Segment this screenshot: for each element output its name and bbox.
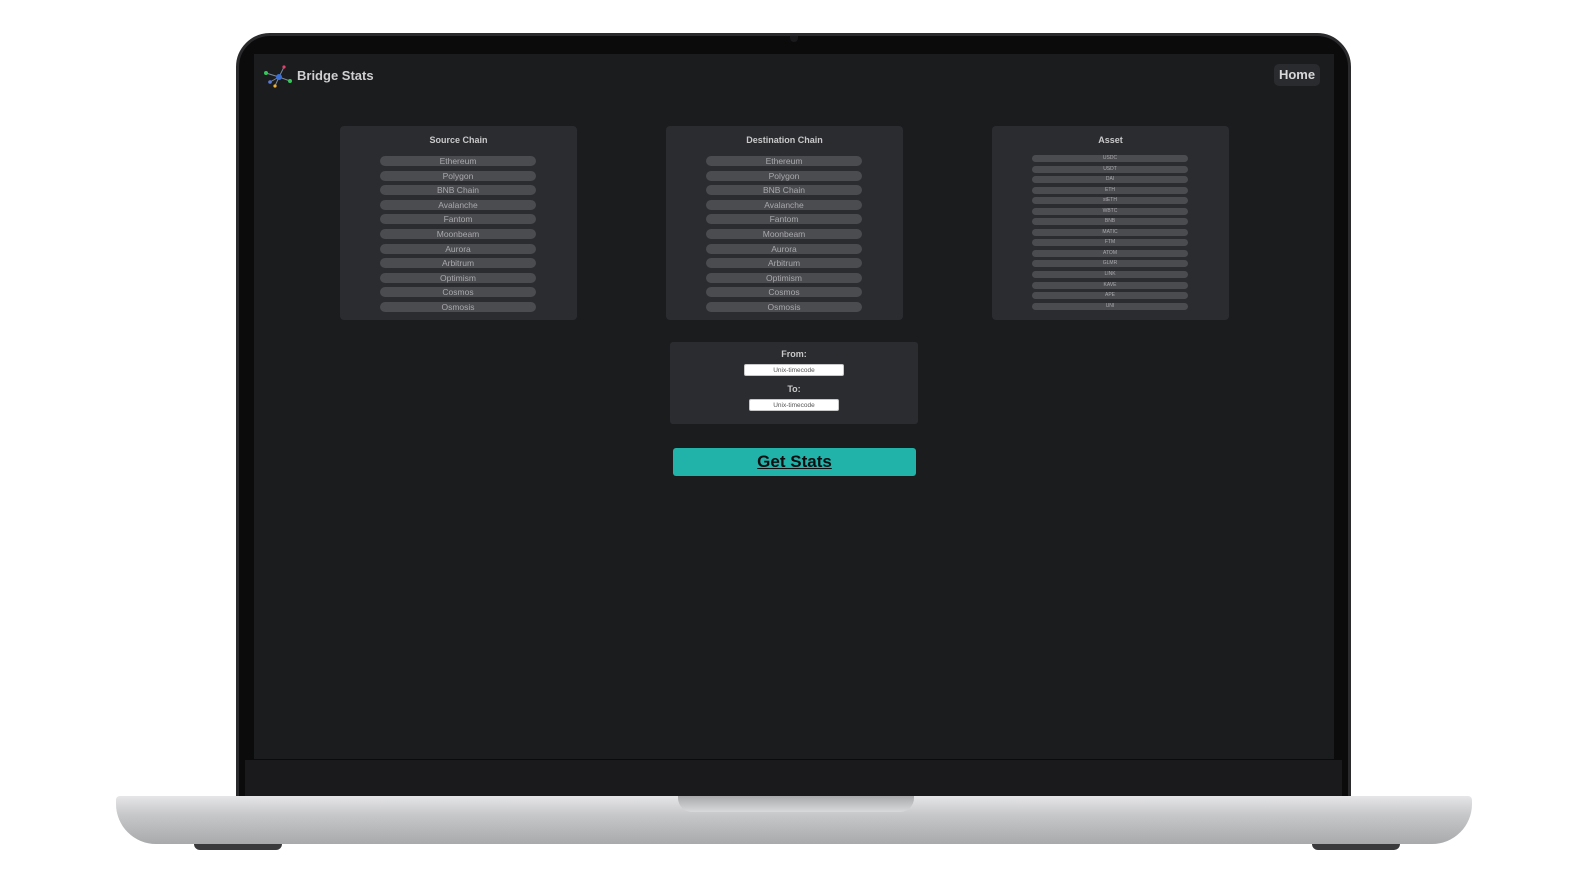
source-option[interactable]: BNB Chain [380,185,536,196]
asset-option[interactable]: ATOM [1032,249,1188,257]
to-label: To: [787,384,801,394]
source-option[interactable]: Osmosis [380,301,536,312]
destination-option[interactable]: BNB Chain [706,185,862,196]
home-button[interactable]: Home [1274,64,1320,86]
source-option[interactable]: Polygon [380,170,536,181]
source-option[interactable]: Moonbeam [380,228,536,239]
asset-option[interactable]: UNI [1032,302,1188,310]
from-label: From: [781,349,807,359]
asset-option[interactable]: DAI [1032,176,1188,184]
asset-option[interactable]: APE [1032,292,1188,300]
app-screen: Bridge Stats Home Source Chain Ethereum … [254,54,1334,759]
asset-option[interactable]: WBTC [1032,207,1188,215]
network-logo-icon [264,65,292,88]
destination-option[interactable]: Fantom [706,214,862,225]
destination-chain-panel: Destination Chain Ethereum Polygon BNB C… [666,126,903,320]
asset-option[interactable]: MATIC [1032,228,1188,236]
destination-option[interactable]: Ethereum [706,156,862,166]
camera-notch [789,36,798,42]
destination-option[interactable]: Osmosis [706,301,862,312]
asset-option[interactable]: KAVE [1032,281,1188,289]
source-chain-panel: Source Chain Ethereum Polygon BNB Chain … [340,126,577,320]
get-stats-button[interactable]: Get Stats [673,448,916,476]
asset-option[interactable]: LINK [1032,271,1188,279]
destination-option[interactable]: Optimism [706,272,862,283]
asset-option[interactable]: FTM [1032,239,1188,247]
asset-option[interactable]: stETH [1032,197,1188,205]
laptop-mockup: Bridge Stats Home Source Chain Ethereum … [0,0,1584,879]
laptop-opening-notch [678,796,914,812]
source-chain-list: Ethereum Polygon BNB Chain Avalanche Fan… [380,156,536,317]
source-option[interactable]: Aurora [380,243,536,254]
screen-bezel [245,760,1342,796]
laptop-foot-right [1312,844,1400,850]
source-chain-title: Source Chain [429,135,488,145]
asset-option[interactable]: USDT [1032,165,1188,173]
source-option[interactable]: Optimism [380,272,536,283]
asset-list: USDC USDT DAI ETH stETH WBTC BNB MATIC F… [1032,155,1188,313]
asset-option[interactable]: ETH [1032,186,1188,194]
from-timecode-input[interactable] [744,364,844,376]
asset-title: Asset [1098,135,1123,145]
asset-panel: Asset USDC USDT DAI ETH stETH WBTC BNB M… [992,126,1229,320]
destination-option[interactable]: Avalanche [706,199,862,210]
destination-option[interactable]: Aurora [706,243,862,254]
destination-option[interactable]: Arbitrum [706,258,862,269]
to-timecode-input[interactable] [749,399,839,411]
source-option[interactable]: Avalanche [380,199,536,210]
destination-option[interactable]: Cosmos [706,287,862,298]
source-option[interactable]: Cosmos [380,287,536,298]
source-option[interactable]: Fantom [380,214,536,225]
laptop-foot-left [194,844,282,850]
destination-chain-title: Destination Chain [746,135,823,145]
destination-option[interactable]: Moonbeam [706,228,862,239]
asset-option[interactable]: USDC [1032,155,1188,162]
time-range-box: From: To: [670,342,918,424]
destination-option[interactable]: Polygon [706,170,862,181]
source-option[interactable]: Ethereum [380,156,536,166]
brand-title: Bridge Stats [297,68,374,83]
destination-chain-list: Ethereum Polygon BNB Chain Avalanche Fan… [706,156,862,317]
source-option[interactable]: Arbitrum [380,258,536,269]
asset-option[interactable]: BNB [1032,218,1188,226]
asset-option[interactable]: GLMR [1032,260,1188,268]
